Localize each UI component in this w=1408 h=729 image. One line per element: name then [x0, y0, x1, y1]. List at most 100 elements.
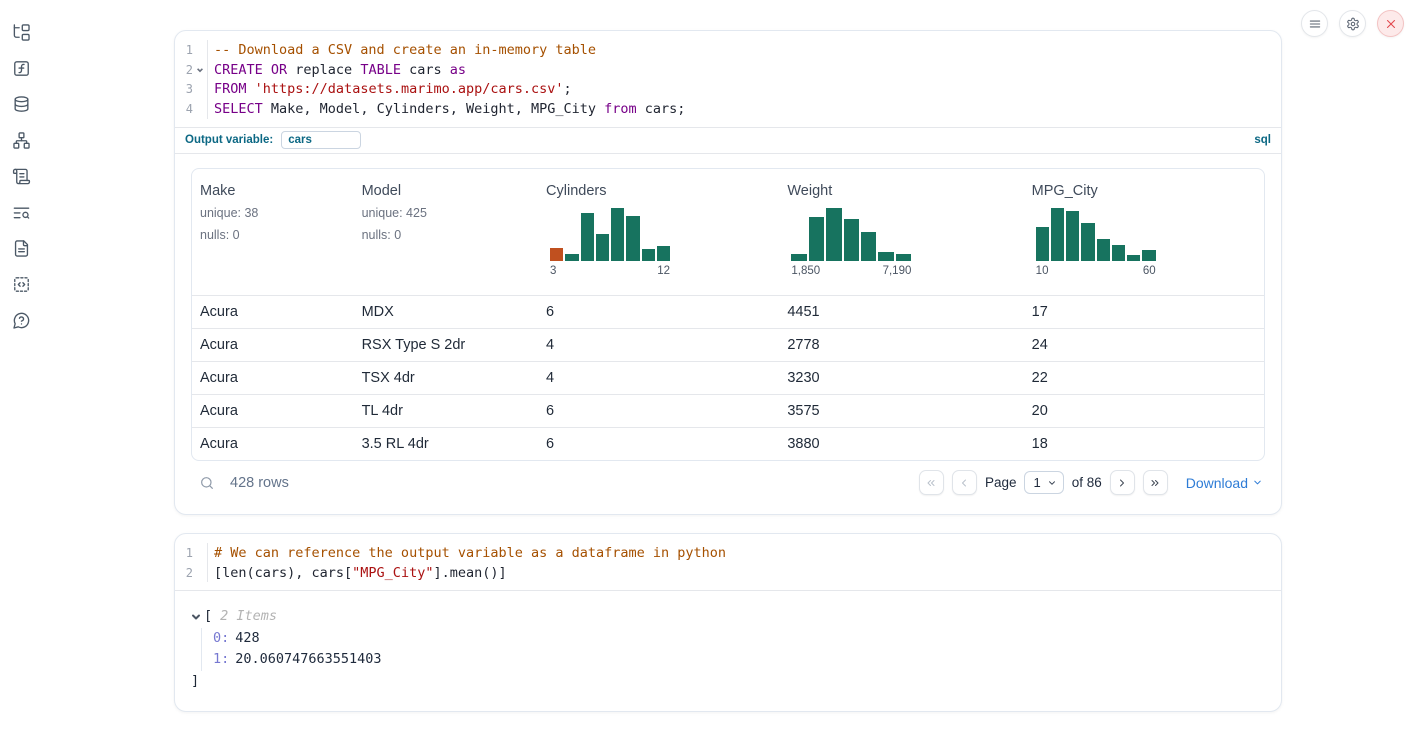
table-row[interactable]: Acura MDX 6 4451 17 [192, 295, 1264, 328]
menu-button[interactable] [1301, 10, 1328, 37]
chevron-left-icon [958, 477, 970, 489]
table-cell: TL 4dr [354, 403, 538, 419]
line-number: 1 [175, 546, 193, 560]
previous-page-button[interactable] [952, 470, 977, 495]
hist-bar [809, 217, 824, 261]
table-cell: 18 [1024, 436, 1264, 452]
sql-keyword: as [450, 62, 466, 78]
line-number: 2 [175, 63, 193, 77]
page-select[interactable]: 1 [1024, 471, 1063, 494]
row-count: 428 rows [230, 475, 289, 491]
tree-entry: 0: 428 [213, 628, 1265, 650]
table-cell: 22 [1024, 370, 1264, 386]
hist-bar [1066, 211, 1079, 261]
table-cell: 4 [538, 370, 779, 386]
chevron-down-icon [1047, 478, 1057, 488]
last-page-button[interactable] [1143, 470, 1168, 495]
menu-icon [1308, 17, 1322, 31]
sql-keyword: SELECT [214, 101, 263, 117]
table-row[interactable]: Acura 3.5 RL 4dr 6 3880 18 [192, 427, 1264, 460]
search-icon[interactable] [199, 475, 215, 491]
hist-bar [896, 254, 911, 261]
column-header-mpg-city[interactable]: MPG_City 1060 [1024, 169, 1264, 295]
data-table: Make unique: 38 nulls: 0 Model unique: 4… [191, 168, 1265, 461]
column-header-weight[interactable]: Weight 1,8507,190 [779, 169, 1023, 295]
line-number: 4 [175, 102, 193, 116]
items-count-label: 2 Items [220, 606, 277, 628]
table-cell: 4 [538, 337, 779, 353]
table-row[interactable]: Acura TSX 4dr 4 3230 22 [192, 361, 1264, 394]
tree-entry-key: 0: [213, 630, 229, 646]
document-icon[interactable] [12, 239, 31, 258]
column-name: Make [200, 183, 346, 199]
first-page-button[interactable] [919, 470, 944, 495]
python-editor[interactable]: 1 # We can reference the output variable… [175, 534, 1281, 590]
close-bracket: ] [191, 671, 1265, 693]
output-variable-input[interactable] [281, 131, 361, 149]
cylinders-histogram [550, 208, 670, 261]
file-tree-icon[interactable] [12, 23, 31, 42]
table-cell: Acura [192, 370, 354, 386]
table-cell: 3.5 RL 4dr [354, 436, 538, 452]
table-header: Make unique: 38 nulls: 0 Model unique: 4… [192, 169, 1264, 295]
settings-button[interactable] [1339, 10, 1366, 37]
tree-entry: 1:20.060747663551403 [213, 649, 1265, 671]
pagination: Page 1 of 86 Download [919, 470, 1263, 495]
python-text: [len(cars), cars[ [214, 565, 352, 581]
column-header-make[interactable]: Make unique: 38 nulls: 0 [192, 169, 354, 295]
column-header-model[interactable]: Model unique: 425 nulls: 0 [354, 169, 538, 295]
list-output-tree: [ 2 Items 0: 428 1:20.060747663551403 ] [175, 591, 1281, 692]
hist-bar [1142, 250, 1155, 261]
sql-editor[interactable]: 1 -- Download a CSV and create an in-mem… [175, 31, 1281, 127]
table-row[interactable]: Acura TL 4dr 6 3575 20 [192, 394, 1264, 427]
collapse-chevron-icon[interactable] [191, 612, 201, 622]
help-chat-icon[interactable] [12, 311, 31, 330]
table-row[interactable]: Acura RSX Type S 2dr 4 2778 24 [192, 328, 1264, 361]
hist-bar [1081, 223, 1094, 261]
table-cell: 20 [1024, 403, 1264, 419]
hist-bar [826, 208, 841, 261]
sql-cell: 1 -- Download a CSV and create an in-mem… [174, 30, 1282, 515]
chevron-right-icon [1116, 477, 1128, 489]
shutdown-button[interactable] [1377, 10, 1404, 37]
download-label: Download [1186, 475, 1248, 491]
sql-text: Make, Model, Cylinders, Weight, MPG_City [263, 101, 604, 117]
hist-bar [581, 213, 594, 261]
tree-root: [ 2 Items [191, 606, 1265, 628]
hist-bar [791, 254, 806, 261]
table-cell: 3880 [779, 436, 1023, 452]
hist-bar [611, 208, 624, 261]
sql-comment: -- Download a CSV and create an in-memor… [214, 42, 596, 58]
sql-text: cars; [637, 101, 686, 117]
close-icon [1384, 17, 1398, 31]
table-cell: Acura [192, 304, 354, 320]
code-line: 2 CREATE OR replace TABLE cars as [175, 60, 1281, 80]
dependency-graph-icon[interactable] [12, 131, 31, 150]
output-variable-row: Output variable: sql [175, 127, 1281, 154]
column-stat: nulls: 0 [200, 227, 346, 243]
download-button[interactable]: Download [1186, 475, 1263, 491]
text-search-icon[interactable] [12, 203, 31, 222]
sql-keyword: FROM [214, 81, 247, 97]
database-icon[interactable] [12, 95, 31, 114]
hist-bar [1097, 239, 1110, 261]
snippets-icon[interactable] [12, 275, 31, 294]
gutter: 2 [175, 563, 208, 583]
next-page-button[interactable] [1110, 470, 1135, 495]
sql-keyword: CREATE OR [214, 62, 287, 78]
column-header-cylinders[interactable]: Cylinders 312 [538, 169, 779, 295]
fold-chevron-icon[interactable] [193, 66, 207, 74]
table-cell: 24 [1024, 337, 1264, 353]
code-line: 4 SELECT Make, Model, Cylinders, Weight,… [175, 99, 1281, 119]
line-number: 1 [175, 43, 193, 57]
table-cell: Acura [192, 436, 354, 452]
code-line: 1 # We can reference the output variable… [175, 543, 1281, 563]
tree-entry-key: 1: [213, 651, 229, 667]
table-cell: 3230 [779, 370, 1023, 386]
tree-entry-value: 428 [235, 630, 259, 646]
python-text: ].mean()] [433, 565, 506, 581]
function-square-icon[interactable] [12, 59, 31, 78]
scroll-icon[interactable] [12, 167, 31, 186]
line-number: 3 [175, 82, 193, 96]
hist-bar [1036, 227, 1049, 260]
